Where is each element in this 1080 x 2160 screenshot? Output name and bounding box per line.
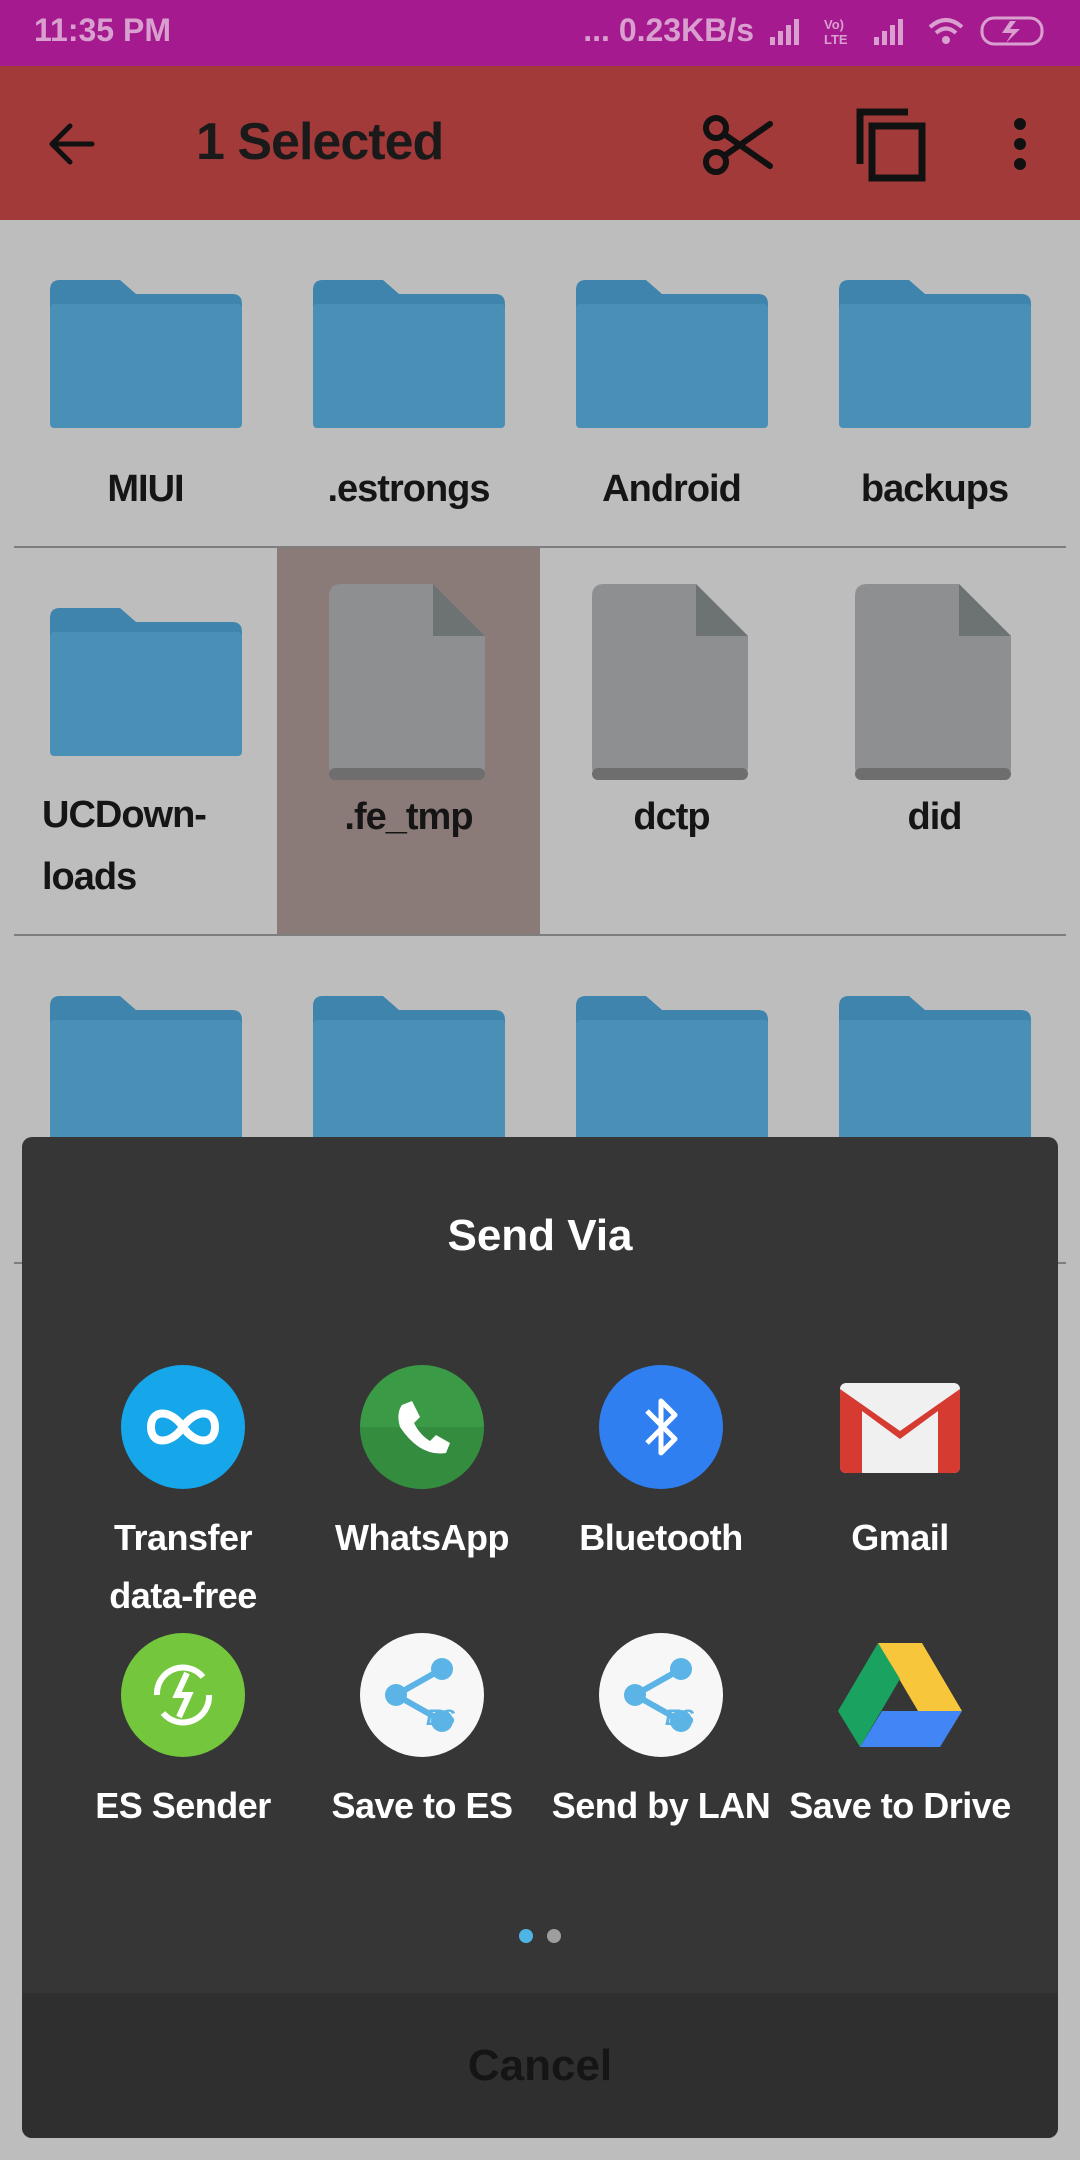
whatsapp-icon [360, 1365, 484, 1489]
selection-title: 1 Selected [196, 113, 444, 171]
folder-name: backups [860, 468, 1009, 510]
status-bar: 11:35 PM ... 0.23KB/s Vo) LTE [0, 0, 1080, 66]
send-via-dialog: Send Via Transfer data-free WhatsApp Blu… [22, 1137, 1058, 2138]
grid-row: MIUI .estrongs Android backups [14, 220, 1066, 548]
volte-icon: Vo)LTE [824, 17, 848, 47]
network-speed: ... 0.23KB/s [583, 12, 754, 48]
file-item[interactable]: did [803, 548, 1066, 934]
file-item[interactable]: dctp [540, 548, 803, 934]
folder-item[interactable]: backups [803, 220, 1066, 546]
app-label: Save to ES [331, 1785, 513, 1826]
file-icon [329, 584, 485, 780]
file-icon [855, 584, 1011, 780]
es-sender-icon [121, 1633, 245, 1757]
cut-icon[interactable] [694, 102, 778, 186]
app-label: WhatsApp [335, 1517, 509, 1558]
share-target-gmail[interactable]: Gmail [781, 1365, 1019, 1567]
share-target-drive[interactable]: Save to Drive [781, 1633, 1019, 1835]
svg-text:ES: ES [665, 1705, 695, 1730]
file-name: dctp [633, 796, 710, 838]
grid-row: UCDown- loads .fe_tmp dctp did [14, 548, 1066, 936]
share-target-send-by-lan[interactable]: ES Send by LAN [542, 1633, 780, 1835]
cancel-label: Cancel [467, 2041, 613, 2090]
gmail-icon [838, 1365, 962, 1489]
folder-name: MIUI [107, 468, 184, 510]
folder-icon [839, 280, 1031, 428]
app-label: Send by LAN [551, 1785, 771, 1826]
more-options-icon[interactable] [978, 102, 1062, 186]
drive-icon [838, 1633, 962, 1757]
svg-text:Vo): Vo) [824, 17, 844, 32]
share-target-bluetooth[interactable]: Bluetooth [542, 1365, 780, 1567]
folder-item[interactable]: UCDown- loads [14, 548, 277, 934]
folder-icon [313, 280, 505, 428]
share-target-transfer[interactable]: Transfer data-free [64, 1365, 302, 1625]
folder-icon [576, 280, 768, 428]
status-icons: ... 0.23KB/s Vo) LTE [583, 12, 1050, 49]
folder-name: UCDown- loads [42, 794, 207, 898]
folder-icon [50, 996, 242, 1144]
share-target-whatsapp[interactable]: WhatsApp [303, 1365, 541, 1567]
save-to-es-icon: ES [360, 1633, 484, 1757]
page-dot-active [519, 1929, 533, 1943]
back-arrow-icon[interactable] [44, 116, 100, 172]
folder-item[interactable]: MIUI [14, 220, 277, 546]
battery-icon [980, 16, 1044, 45]
folder-icon [50, 608, 242, 756]
app-label: Bluetooth [579, 1517, 743, 1558]
app-label: Transfer data-free [109, 1517, 257, 1616]
file-icon [592, 584, 748, 780]
send-by-lan-icon: ES [599, 1633, 723, 1757]
folder-name: Android [602, 468, 742, 510]
transfer-icon [121, 1365, 245, 1489]
bluetooth-icon [599, 1365, 723, 1489]
folder-icon [839, 996, 1031, 1144]
signal-icon-2 [874, 18, 903, 45]
folder-icon [576, 996, 768, 1144]
folder-icon [50, 280, 242, 428]
cancel-button[interactable]: Cancel [22, 1993, 1058, 2138]
copy-icon[interactable] [848, 102, 932, 186]
file-name: did [907, 796, 963, 838]
file-item-selected[interactable]: .fe_tmp [277, 548, 540, 934]
status-time: 11:35 PM [34, 12, 171, 48]
folder-item[interactable]: Android [540, 220, 803, 546]
app-label: ES Sender [95, 1785, 271, 1826]
share-target-save-to-es[interactable]: ES Save to ES [303, 1633, 541, 1835]
signal-icon [770, 18, 799, 45]
app-label: Gmail [851, 1517, 949, 1558]
wifi-icon [928, 17, 964, 44]
share-target-es-sender[interactable]: ES Sender [64, 1633, 302, 1835]
app-bar: 1 Selected [0, 66, 1080, 220]
page-indicator [519, 1929, 561, 1943]
folder-icon [313, 996, 505, 1144]
folder-item[interactable]: .estrongs [277, 220, 540, 546]
dialog-title: Send Via [447, 1211, 633, 1260]
app-label: Save to Drive [789, 1785, 1011, 1826]
svg-text:ES: ES [426, 1705, 456, 1730]
file-name: .fe_tmp [344, 796, 473, 838]
svg-text:LTE: LTE [824, 32, 848, 47]
folder-name: .estrongs [327, 468, 490, 510]
page-dot [547, 1929, 561, 1943]
